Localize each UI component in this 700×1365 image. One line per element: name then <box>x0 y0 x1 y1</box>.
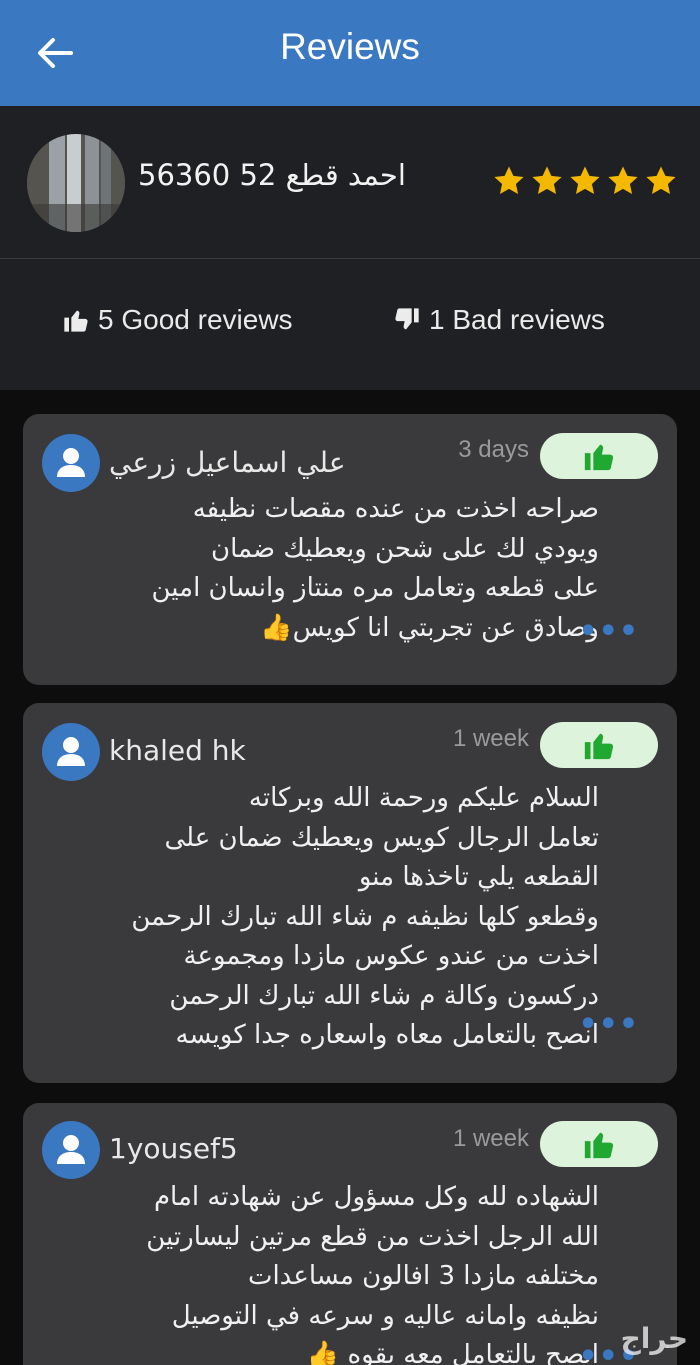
thumbs-down-icon <box>395 308 419 330</box>
thumbs-up-icon <box>64 310 88 332</box>
user-avatar-icon <box>42 723 100 781</box>
thumbs-up-icon <box>584 733 614 760</box>
review-text: الشهاده لله وكل مسؤول عن شهادته امام الل… <box>146 1182 599 1365</box>
review-time: 1 week <box>452 725 529 752</box>
reviewer-name[interactable]: 1yousef5 <box>109 1132 238 1165</box>
haraj-watermark: حراج <box>620 1322 688 1355</box>
seller-avatar[interactable] <box>27 134 125 232</box>
review-text: السلام عليكم ورحمة الله وبركاته تعامل ال… <box>131 783 599 1050</box>
review-card: علي اسماعيل زرعي 3 days صراحه اخذت من عن… <box>23 414 677 685</box>
star-icon <box>570 166 600 195</box>
star-icon <box>494 166 524 195</box>
bad-reviews-label: 1 Bad reviews <box>429 304 605 335</box>
review-text: صراحه اخذت من عنده مقصات نظيفه ويودي لك … <box>151 494 600 643</box>
good-reviews-label: 5 Good reviews <box>98 304 293 335</box>
app-bar: Reviews <box>0 0 700 106</box>
divider <box>0 258 700 259</box>
vote-badge[interactable] <box>540 1121 658 1167</box>
reviewer-name[interactable]: khaled hk <box>109 734 246 767</box>
user-avatar-icon <box>42 1121 100 1179</box>
review-card: 1yousef5 1 week الشهاده لله وكل مسؤول عن… <box>23 1103 677 1365</box>
review-time: 3 days <box>458 436 529 463</box>
review-time: 1 week <box>452 1125 529 1152</box>
reviewer-name[interactable]: علي اسماعيل زرعي <box>109 446 346 479</box>
seller-profile: احمد قطع 52 56360 5 Good reviews 1 Bad r… <box>0 106 700 390</box>
seller-name: احمد قطع 52 56360 <box>138 158 406 192</box>
more-options-button[interactable]: ••• <box>578 614 639 649</box>
star-icon <box>646 166 676 195</box>
vote-badge[interactable] <box>540 433 658 479</box>
page-title: Reviews <box>280 26 420 67</box>
review-card: khaled hk 1 week السلام عليكم ورحمة الله… <box>23 703 677 1083</box>
user-avatar-icon <box>42 434 100 492</box>
seller-photo <box>27 134 125 232</box>
thumbs-up-icon <box>584 1132 614 1159</box>
good-reviews-filter[interactable]: 5 Good reviews <box>62 304 293 336</box>
vote-badge[interactable] <box>540 722 658 768</box>
star-icon <box>608 166 638 195</box>
more-options-button[interactable]: ••• <box>578 1007 639 1042</box>
thumbs-up-icon <box>584 444 614 471</box>
bad-reviews-filter[interactable]: 1 Bad reviews <box>393 304 605 336</box>
star-icon <box>532 166 562 195</box>
rating-stars <box>492 164 678 198</box>
